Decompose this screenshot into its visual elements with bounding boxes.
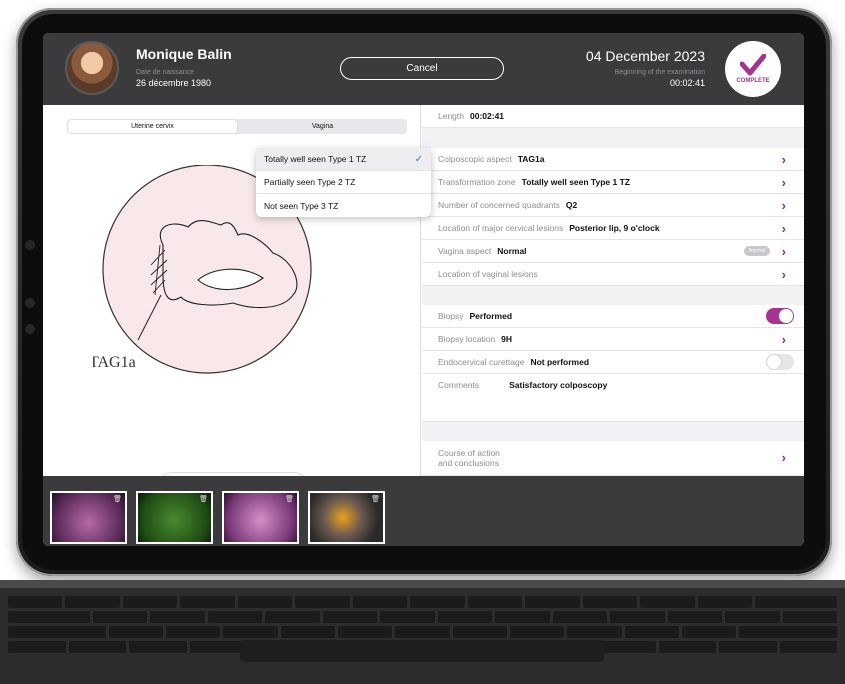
chevron-right-icon: › (781, 197, 786, 213)
trash-icon[interactable]: 🗑 (113, 495, 122, 503)
exam-time: 00:02:41 (669, 78, 705, 88)
comments-row[interactable]: Comments Satisfactory colposcopy (422, 374, 804, 422)
normal-pill: Normal (743, 246, 770, 256)
key-row (8, 611, 838, 623)
length-row: Length 00:02:41 (422, 105, 804, 128)
lesion-location-row[interactable]: Location of major cervical lesions Poster… (422, 217, 804, 240)
chevron-right-icon: › (781, 243, 786, 259)
quadrants-row[interactable]: Number of concerned quadrants Q2 › (422, 194, 804, 217)
key-row (8, 626, 837, 638)
dob-label: Date de naissance (136, 69, 194, 76)
tab-vagina[interactable]: Vagina (238, 119, 407, 134)
vagina-aspect-row[interactable]: Vagina aspect Normal Normal › (422, 240, 804, 263)
curettage-toggle[interactable] (766, 354, 794, 370)
dropdown-option[interactable]: Not seen Type 3 TZ (256, 194, 431, 217)
trash-icon[interactable]: 🗑 (285, 495, 294, 503)
image-thumbnail[interactable]: 🗑 (50, 491, 127, 544)
transformation-zone-row[interactable]: Transformation zone Totally well seen Typ… (422, 171, 804, 194)
option-label: Partially seen Type 2 TZ (264, 177, 356, 187)
checkmark-icon (740, 54, 766, 76)
image-thumbnail[interactable]: 🗑 (308, 491, 385, 544)
curettage-row: Endocervical curettage Not performed (422, 351, 804, 374)
tab-uterine-cervix[interactable]: Uterine cervix (68, 120, 237, 133)
biopsy-toggle[interactable] (766, 308, 794, 324)
keyboard-edge (0, 580, 845, 588)
details-panel: Length 00:02:41 Colposcopic aspect TAG1a › … (422, 105, 804, 476)
image-thumbnail[interactable]: 🗑 (136, 491, 213, 544)
complete-label: COMPLETE (736, 78, 770, 84)
trash-icon[interactable]: 🗑 (199, 495, 208, 503)
trackpad[interactable] (240, 640, 604, 662)
chevron-right-icon: › (781, 331, 786, 347)
transformation-zone-dropdown: Totally well seen Type 1 TZ ✓ Partially s… (256, 148, 431, 217)
chevron-right-icon: › (781, 220, 786, 236)
camera-dot (25, 298, 35, 308)
chevron-right-icon: › (781, 266, 786, 282)
cancel-button[interactable]: Cancel (340, 57, 504, 80)
segment-control: Uterine cervix Vagina (67, 119, 407, 134)
camera-dot (25, 240, 35, 250)
patient-name: Monique Balin (136, 46, 232, 62)
biopsy-location-row[interactable]: Biopsy location 9H › (422, 328, 804, 351)
dob-value: 26 décembre 1980 (136, 78, 212, 88)
chevron-right-icon: › (781, 174, 786, 190)
complete-badge[interactable]: COMPLETE (725, 41, 781, 97)
patient-header: Monique Balin Date de naissance 26 décem… (43, 33, 804, 105)
dropdown-option[interactable]: Partially seen Type 2 TZ (256, 171, 431, 194)
chevron-right-icon: › (781, 151, 786, 167)
trash-icon[interactable]: 🗑 (371, 495, 380, 503)
keyboard (0, 580, 845, 684)
exam-begin-label: Beginning of the examination (614, 69, 705, 76)
dropdown-option[interactable]: Totally well seen Type 1 TZ ✓ (256, 148, 431, 171)
avatar (65, 41, 119, 95)
annotation-label: TAG1a (93, 354, 136, 371)
checkmark-icon: ✓ (414, 153, 423, 165)
option-label: Not seen Type 3 TZ (264, 200, 339, 211)
biopsy-row: Biopsy Performed (422, 305, 804, 328)
app-screen: Monique Balin Date de naissance 26 décem… (43, 33, 804, 546)
exam-date: 04 December 2023 (585, 48, 705, 64)
course-of-action-row[interactable]: Course of action and conclusions › (422, 441, 804, 476)
vaginal-lesions-row[interactable]: Location of vaginal lesions › (422, 263, 804, 286)
image-strip: 🗑 🗑 🗑 🗑 (43, 476, 804, 546)
camera-dot (25, 324, 35, 334)
image-thumbnail[interactable]: 🗑 (222, 491, 299, 544)
key-row (8, 596, 838, 608)
colposcopic-aspect-row[interactable]: Colposcopic aspect TAG1a › (422, 148, 804, 171)
option-label: Totally well seen Type 1 TZ (264, 154, 367, 164)
chevron-right-icon: › (781, 450, 786, 465)
